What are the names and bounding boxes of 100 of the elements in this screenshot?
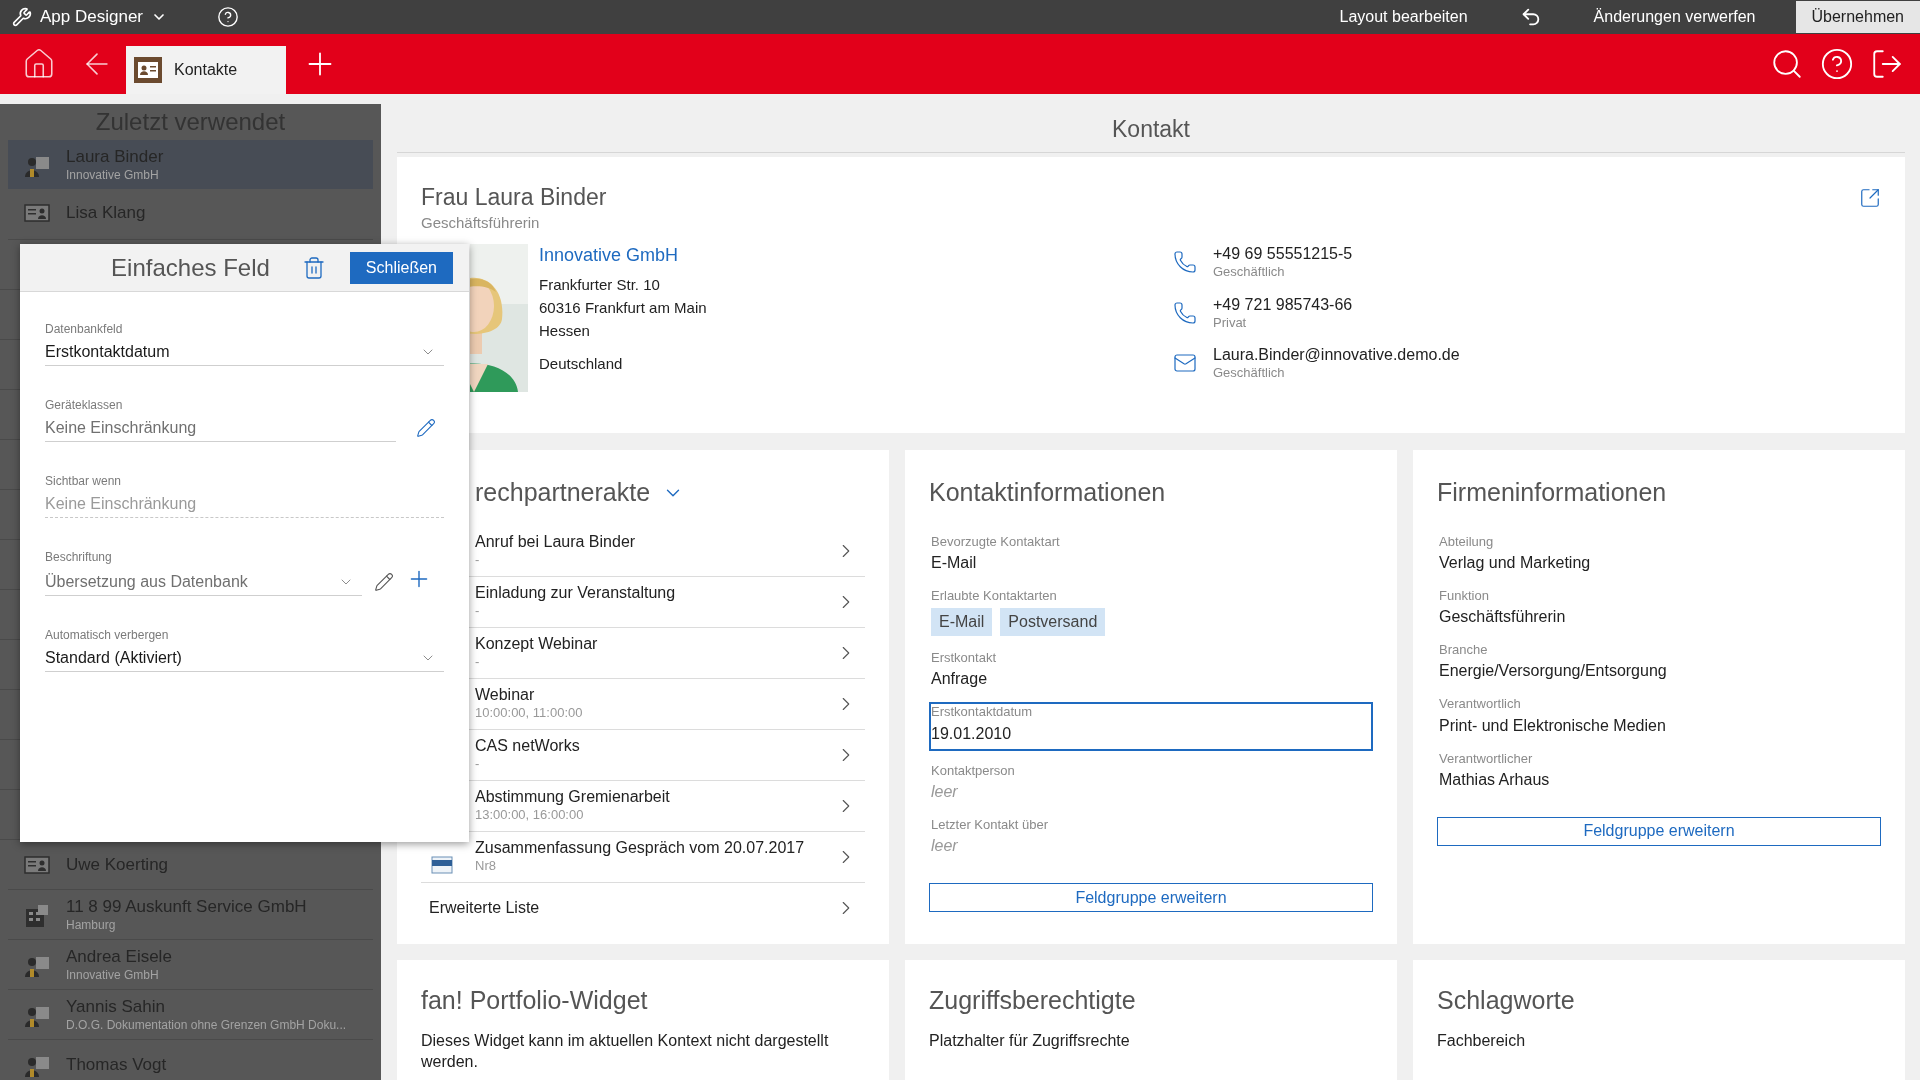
expand-button[interactable]: Feldgruppe erweitern <box>1437 816 1881 846</box>
card-text: Dieses Widget kann im aktuellen Kontext nicht dargestellt werden. <box>421 1030 830 1072</box>
list-item[interactable]: Einladung zur Veranstaltung - <box>475 576 865 627</box>
expand-button[interactable]: Feldgruppe erweitern <box>929 883 1373 912</box>
item-title: Webinar <box>475 685 536 706</box>
home-icon[interactable] <box>22 47 56 81</box>
item-subtitle: - <box>475 756 481 773</box>
toolbar-button[interactable]: Layout bearbeiten <box>1309 5 1498 29</box>
edit-button[interactable] <box>374 572 394 592</box>
dropdown-field[interactable]: Übersetzung aus Datenbank <box>45 568 362 596</box>
help-icon[interactable] <box>217 6 239 28</box>
field-label: Letzter Kontakt über <box>931 816 1050 833</box>
list-item[interactable]: Webinar 10:00:00, 11:00:00 <box>475 678 865 729</box>
contact-subtitle: Innovative GmbH <box>66 167 160 183</box>
contact-role: Geschäftsführerin <box>421 212 540 233</box>
dropdown-field[interactable]: Standard (Aktiviert) <box>45 644 444 672</box>
contact-name: Frau Laura Binder <box>421 183 607 212</box>
list-item[interactable]: Zusammenfassung Gespräch vom 20.07.2017 Nr8 <box>475 831 865 882</box>
card-title: Kontaktinformationen <box>929 477 1167 508</box>
list-item[interactable]: CAS netWorks - <box>475 729 865 780</box>
card-title: Schlagworte <box>1437 985 1576 1016</box>
contact-value-label: Geschäftlich <box>1213 264 1286 281</box>
field-label: Kontaktperson <box>931 762 1016 779</box>
field-label: Funktion <box>1439 587 1490 604</box>
card-title: Zugriffsberechtigte <box>929 985 1137 1016</box>
field-label: Datenbankfeld <box>45 321 124 338</box>
field-value: leer <box>931 781 959 802</box>
open-external-icon[interactable] <box>1859 187 1881 209</box>
toolbar-button[interactable]: Änderungen verwerfen <box>1563 5 1786 29</box>
field-value: Energie/Versorgung/Entsorgung <box>1439 661 1668 682</box>
field-value: 19.01.2010 <box>931 723 1013 744</box>
contact-subtitle: Innovative GmbH <box>66 967 160 983</box>
field-label: Abteilung <box>1439 533 1495 550</box>
contact-value[interactable]: +49 721 985743-66 <box>1213 294 1353 315</box>
list-item[interactable]: Abstimmung Gremienarbeit 13:00:00, 16:00:00 <box>475 780 865 831</box>
field-value: Mathias Arhaus <box>1439 769 1551 790</box>
app-menu[interactable]: App Designer <box>40 4 143 30</box>
phone-icon <box>1173 250 1197 275</box>
card-title: fan! Portfolio-Widget <box>421 985 649 1016</box>
field-value: Print- und Elektronische Medien <box>1439 715 1667 736</box>
text-field[interactable]: Keine Einschränkung <box>45 414 396 442</box>
contact-card-icon <box>24 855 50 874</box>
contact-card-icon <box>134 57 162 83</box>
more-link[interactable]: Erweiterte Liste <box>421 882 865 934</box>
card-text: Platzhalter für Zugriffsrechte <box>929 1030 1131 1051</box>
card-text: Fachbereich <box>1437 1030 1527 1051</box>
field-label: Verantwortlicher <box>1439 750 1534 767</box>
field-label: Bevorzugte Kontaktart <box>931 533 1061 550</box>
item-title: Zusammenfassung Gespräch vom 20.07.2017 <box>475 838 806 859</box>
card-title: rechpartnerakte <box>475 477 651 508</box>
list-item[interactable]: Anruf bei Laura Binder - <box>475 525 865 576</box>
field-label: Sichtbar wenn <box>45 473 123 490</box>
item-subtitle: - <box>475 654 481 671</box>
card-title: Firmeninformationen <box>1437 477 1668 508</box>
field-label: Branche <box>1439 642 1489 659</box>
field-value: Anfrage <box>931 669 989 690</box>
phone-icon <box>1173 300 1197 325</box>
contact-subtitle: Hamburg <box>66 917 117 933</box>
field-label: Erstkontakt <box>931 650 998 667</box>
field-label: Geräteklassen <box>45 397 124 414</box>
address-line: Hessen <box>539 321 591 342</box>
tag: E-Mail <box>931 608 993 636</box>
item-title: CAS netWorks <box>475 736 581 757</box>
item-title: Konzept Webinar <box>475 634 599 655</box>
item-subtitle: - <box>475 603 481 620</box>
company-link[interactable]: Innovative GmbH <box>539 244 1059 268</box>
tools-icon <box>12 7 32 27</box>
field-value: Verlag und Marketing <box>1439 552 1592 573</box>
field-label: Automatisch verbergen <box>45 627 170 644</box>
item-subtitle: Nr8 <box>475 858 497 875</box>
field-label: Erstkontaktdatum <box>931 704 1034 721</box>
panel-title: Einfaches Feld <box>111 252 270 283</box>
item-title: Abstimmung Gremienarbeit <box>475 787 671 808</box>
close-button[interactable]: Schließen <box>349 251 453 284</box>
list-item[interactable]: Konzept Webinar - <box>475 627 865 678</box>
item-subtitle: 10:00:00, 11:00:00 <box>475 705 584 722</box>
contact-value[interactable]: +49 69 55551215-5 <box>1213 244 1353 265</box>
address-line: Frankfurter Str. 10 <box>539 275 661 296</box>
field-label: Beschriftung <box>45 549 113 566</box>
contact-card-icon <box>24 204 50 222</box>
page-title: Kontakt <box>1112 114 1190 144</box>
field-value: Geschäftsführerin <box>1439 607 1567 627</box>
apply-button[interactable]: Übernehmen <box>1795 1 1920 33</box>
item-title: Einladung zur Veranstaltung <box>475 583 677 604</box>
edit-button[interactable] <box>416 418 436 438</box>
item-subtitle: - <box>475 552 481 569</box>
country: Deutschland <box>539 354 624 375</box>
item-subtitle: 13:00:00, 16:00:00 <box>475 807 585 824</box>
field-label: Verantwortlich <box>1439 696 1522 713</box>
contact-value-label: Privat <box>1213 314 1248 331</box>
contact-value[interactable]: Laura.Binder@innovative.demo.de <box>1213 344 1460 365</box>
document-icon <box>431 855 453 874</box>
tab[interactable]: Kontakte <box>126 46 286 94</box>
field-label: Erlaubte Kontaktarten <box>931 587 1058 604</box>
dropdown-field[interactable]: Erstkontaktdatum <box>45 338 444 366</box>
tag: Postversand <box>1000 608 1106 636</box>
search-icon[interactable] <box>1770 47 1804 81</box>
field-value: leer <box>931 836 959 856</box>
item-title: Anruf bei Laura Binder <box>475 532 637 553</box>
help-icon[interactable] <box>1820 47 1854 81</box>
